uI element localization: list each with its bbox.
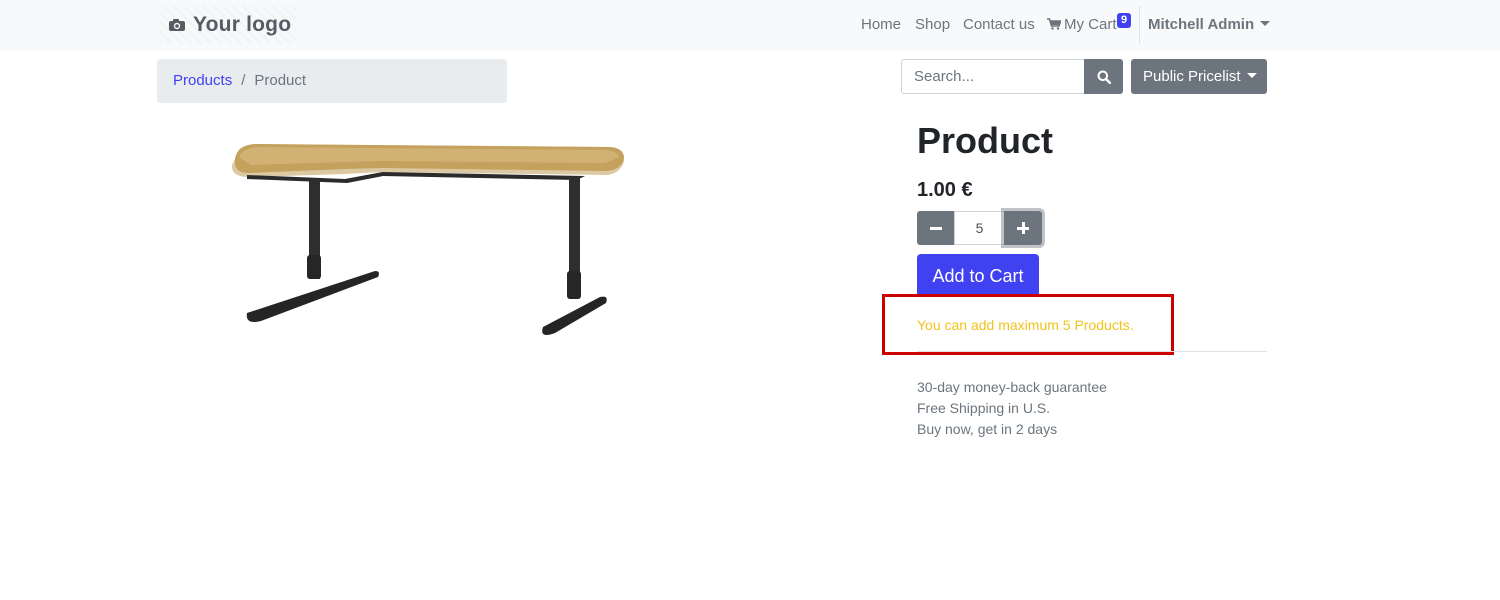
feature-free-shipping: Free Shipping in U.S. bbox=[917, 400, 1051, 416]
user-name: Mitchell Admin bbox=[1148, 16, 1255, 33]
quantity-input[interactable] bbox=[954, 211, 1005, 245]
shopping-cart-icon bbox=[1047, 18, 1061, 30]
user-menu-dropdown[interactable]: Mitchell Admin bbox=[1148, 16, 1271, 33]
camera-icon bbox=[169, 19, 185, 31]
chevron-down-icon bbox=[1246, 73, 1257, 78]
logo-text: Your logo bbox=[193, 13, 292, 36]
top-navbar: Your logo Home Shop Contact us My Cart 9… bbox=[0, 0, 1500, 50]
cart-label: My Cart bbox=[1064, 16, 1117, 33]
max-quantity-warning: You can add maximum 5 Products. bbox=[917, 317, 1134, 333]
product-title: Product bbox=[917, 120, 1054, 161]
quantity-increase-button[interactable] bbox=[1004, 211, 1042, 245]
quantity-decrease-button[interactable] bbox=[917, 211, 955, 245]
pricelist-dropdown[interactable]: Public Pricelist bbox=[1131, 59, 1267, 94]
nav-link-home[interactable]: Home bbox=[861, 16, 901, 33]
breadcrumb-separator: / bbox=[241, 72, 246, 89]
breadcrumb: Products / Product bbox=[157, 59, 507, 103]
search-input[interactable] bbox=[901, 59, 1085, 94]
chevron-down-icon bbox=[1260, 21, 1271, 26]
feature-money-back: 30-day money-back guarantee bbox=[917, 379, 1107, 395]
breadcrumb-current: Product bbox=[254, 72, 307, 89]
product-image bbox=[231, 144, 624, 335]
nav-link-shop[interactable]: Shop bbox=[915, 16, 950, 33]
product-price: 1.00 € bbox=[917, 179, 973, 201]
minus-icon bbox=[930, 222, 942, 234]
plus-icon bbox=[1017, 222, 1029, 234]
cart-count-badge: 9 bbox=[1117, 13, 1132, 28]
feature-delivery: Buy now, get in 2 days bbox=[917, 421, 1058, 437]
add-to-cart-button[interactable]: Add to Cart bbox=[917, 254, 1039, 298]
breadcrumb-products-link[interactable]: Products bbox=[173, 72, 232, 89]
search-button[interactable] bbox=[1084, 59, 1123, 94]
nav-link-my-cart[interactable]: My Cart bbox=[1047, 16, 1117, 33]
pricelist-label: Public Pricelist bbox=[1143, 68, 1241, 85]
divider bbox=[917, 351, 1267, 352]
nav-divider bbox=[1139, 6, 1140, 44]
logo[interactable]: Your logo bbox=[160, 6, 296, 44]
nav-link-contact-us[interactable]: Contact us bbox=[963, 16, 1035, 33]
search-icon bbox=[1097, 70, 1111, 84]
